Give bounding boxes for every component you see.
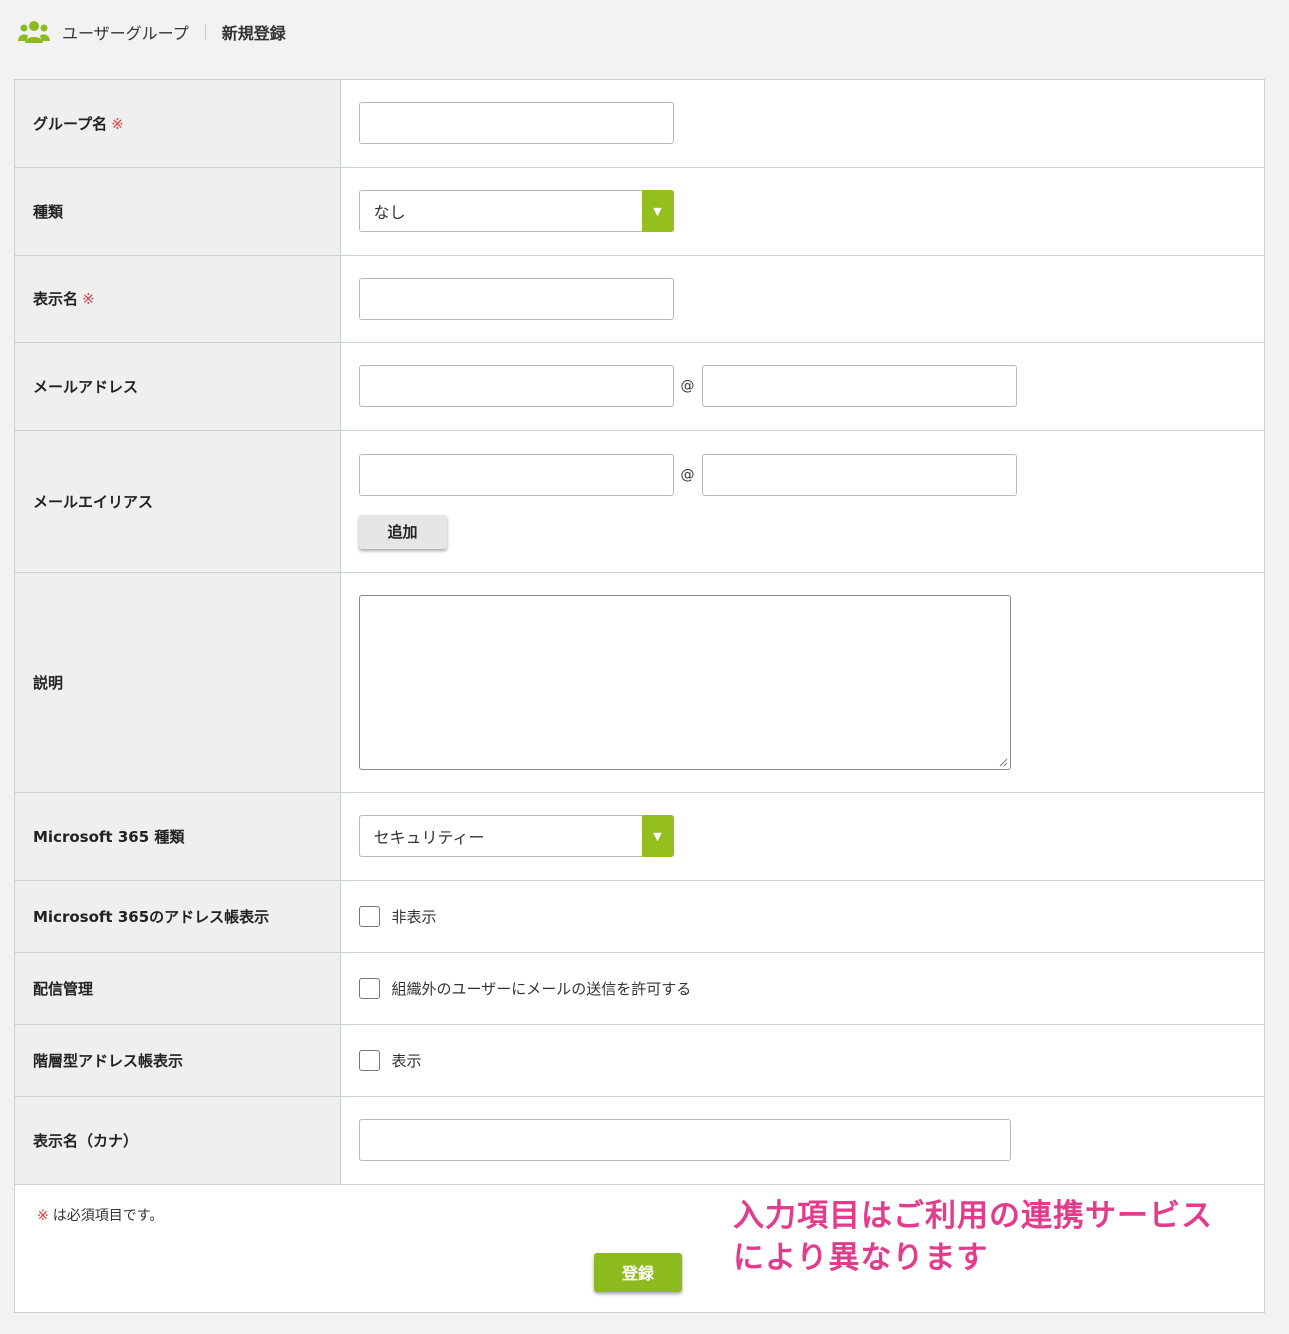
display-name-kana-input[interactable] [358, 1119, 1011, 1161]
email-alias-field-group: @ [358, 453, 1265, 496]
page-title: 新規登録 [221, 24, 286, 43]
breadcrumb-separator [204, 24, 206, 40]
required-mark: ※ [37, 1207, 49, 1224]
delivery-option: 組織外のユーザーにメールの送信を許可する [358, 977, 1265, 999]
page-header: ユーザーグループ 新規登録 [18, 18, 286, 46]
ms365-type-select-value: セキュリティー [373, 828, 485, 847]
annotation-line-1: 入力項目はご利用の連携サービス [733, 1197, 1213, 1234]
row-email: メールアドレス @ [15, 342, 1265, 431]
show-in-hierarchy-label[interactable]: 表示 [392, 1050, 422, 1071]
chevron-down-icon[interactable]: ▼ [641, 815, 674, 857]
email-label: メールアドレス [15, 342, 341, 431]
row-delivery: 配信管理 組織外のユーザーにメールの送信を許可する [15, 952, 1265, 1025]
type-label: 種類 [15, 167, 341, 256]
row-display-name-kana: 表示名（カナ） [15, 1096, 1264, 1185]
display-name-label: 表示名 ※ [15, 255, 341, 343]
email-domain-input[interactable] [701, 365, 1017, 407]
hierarchical-address-book-option: 表示 [358, 1049, 1265, 1071]
ms365-type-select[interactable]: セキュリティー ▼ [358, 815, 674, 857]
email-local-input[interactable] [358, 365, 674, 407]
group-name-label: グループ名 ※ [15, 80, 341, 168]
row-hierarchical-address-book: 階層型アドレス帳表示 表示 [15, 1024, 1265, 1097]
registration-form: グループ名 ※ 種類 なし ▼ 表示名 ※ メールアドレス @ メールエイリアス… [15, 80, 1264, 1185]
required-mark: ※ [82, 290, 95, 308]
at-sign: @ [680, 466, 695, 483]
required-note-text: は必須項目です。 [52, 1207, 164, 1224]
ms365-type-label: Microsoft 365 種類 [15, 792, 341, 881]
chevron-down-icon[interactable]: ▼ [641, 190, 674, 232]
group-name-label-text: グループ名 [33, 114, 108, 133]
allow-external-senders-label[interactable]: 組織外のユーザーにメールの送信を許可する [392, 978, 692, 999]
email-alias-local-input[interactable] [358, 453, 674, 496]
annotation-text: 入力項目はご利用の連携サービス により異なります [733, 1195, 1253, 1279]
description-label: 説明 [15, 572, 341, 793]
annotation-line-2: により異なります [733, 1239, 989, 1276]
group-name-input[interactable] [358, 102, 674, 145]
breadcrumb-section-title[interactable]: ユーザーグループ [62, 20, 189, 44]
show-in-hierarchy-checkbox[interactable] [358, 1049, 380, 1071]
ms365-address-book-label: Microsoft 365のアドレス帳表示 [15, 880, 341, 953]
ms365-address-book-option: 非表示 [358, 905, 1265, 927]
description-textarea[interactable] [358, 594, 1011, 770]
delivery-label: 配信管理 [15, 952, 341, 1025]
registration-form-panel: グループ名 ※ 種類 なし ▼ 表示名 ※ メールアドレス @ メールエイリアス… [14, 79, 1265, 1313]
email-alias-label: メールエイリアス [15, 430, 341, 573]
row-email-alias: メールエイリアス @ 追加 [15, 430, 1265, 573]
register-button[interactable]: 登録 [594, 1252, 682, 1292]
type-select-value: なし [373, 203, 406, 222]
email-field-group: @ [358, 365, 1265, 407]
at-sign: @ [680, 378, 695, 394]
resize-handle-icon[interactable] [998, 757, 1008, 767]
add-alias-button[interactable]: 追加 [358, 514, 447, 549]
users-icon [18, 21, 50, 43]
hide-in-address-book-label[interactable]: 非表示 [392, 906, 437, 927]
email-alias-domain-input[interactable] [701, 453, 1017, 496]
row-description: 説明 [15, 572, 1264, 793]
required-note: ※ は必須項目です。 [37, 1205, 163, 1225]
row-group-name: グループ名 ※ [15, 80, 1264, 168]
display-name-kana-label: 表示名（カナ） [15, 1096, 341, 1185]
type-select[interactable]: なし ▼ [358, 190, 674, 232]
display-name-input[interactable] [358, 277, 674, 320]
row-ms365-address-book: Microsoft 365のアドレス帳表示 非表示 [15, 880, 1265, 953]
required-mark: ※ [111, 114, 124, 133]
display-name-label-text: 表示名 [33, 290, 79, 308]
row-ms365-type: Microsoft 365 種類 セキュリティー ▼ [15, 792, 1264, 881]
form-footer: ※ は必須項目です。 登録 入力項目はご利用の連携サービス により異なります [15, 1185, 1264, 1315]
hierarchical-address-book-label: 階層型アドレス帳表示 [15, 1024, 341, 1097]
row-display-name: 表示名 ※ [15, 255, 1264, 343]
allow-external-senders-checkbox[interactable] [358, 977, 380, 999]
row-type: 種類 なし ▼ [15, 167, 1264, 256]
hide-in-address-book-checkbox[interactable] [358, 905, 380, 927]
